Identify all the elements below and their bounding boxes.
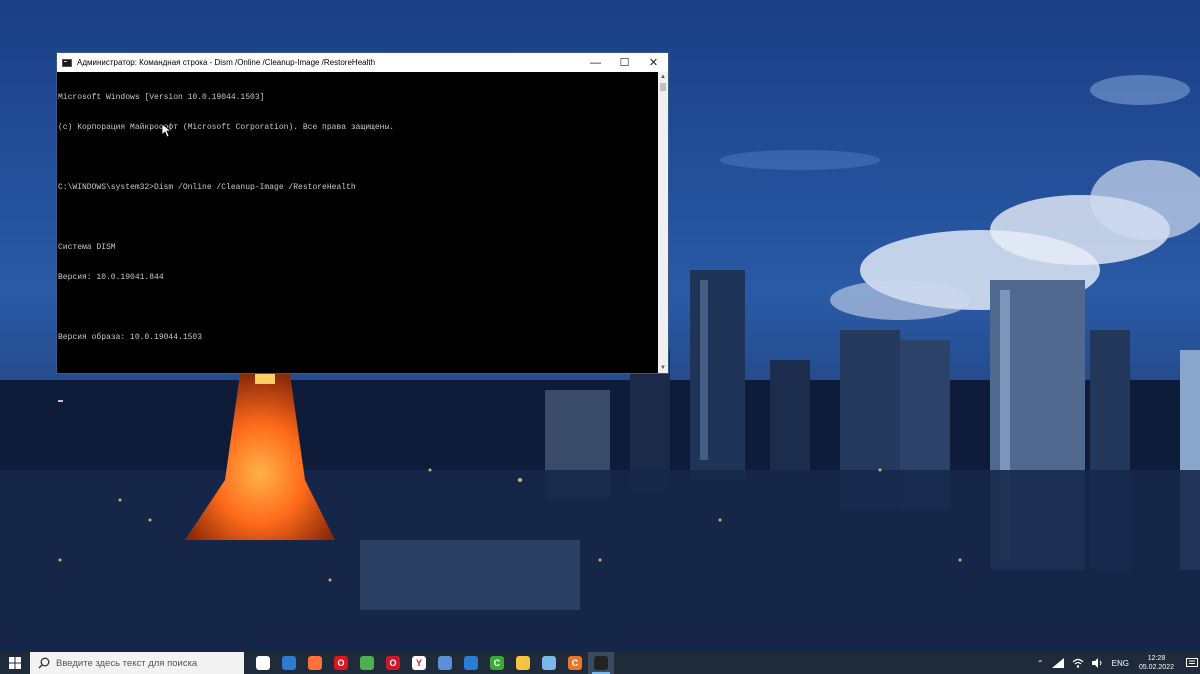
language-indicator[interactable]: ENG: [1112, 659, 1129, 668]
scroll-down-icon[interactable]: ▼: [658, 363, 668, 373]
search-icon: [38, 657, 50, 669]
pen-tool-icon: [542, 656, 556, 670]
minimize-button[interactable]: —: [581, 53, 610, 72]
console-output[interactable]: Microsoft Windows [Version 10.0.19044.15…: [57, 72, 658, 402]
calculator-icon: [438, 656, 452, 670]
chrome-icon: [360, 656, 374, 670]
console-line: Версия: 10.0.19041.844: [58, 273, 164, 282]
notifications-icon[interactable]: [1184, 652, 1200, 674]
taskbar-app-opera[interactable]: O: [328, 652, 354, 674]
taskbar-app-folder[interactable]: [510, 652, 536, 674]
clock[interactable]: 12:28 05.02.2022: [1139, 654, 1174, 672]
chevron-up-icon[interactable]: ⌃: [1037, 659, 1044, 668]
command-prompt-window[interactable]: Администратор: Командная строка - Dism /…: [56, 52, 669, 402]
window-controls: — ☐ ✕: [581, 53, 668, 72]
taskbar-app-opera-gx[interactable]: O: [380, 652, 406, 674]
clock-date: 05.02.2022: [1138, 664, 1174, 671]
firefox-icon: [308, 656, 322, 670]
mail-icon: [282, 656, 296, 670]
taskbar-app-terminal[interactable]: [588, 652, 614, 674]
taskbar-app-chrome[interactable]: [354, 652, 380, 674]
console-cursor-line: [58, 393, 658, 403]
mouse-pointer-icon: [162, 124, 172, 138]
scroll-up-icon[interactable]: ▲: [658, 72, 668, 82]
taskbar-app-ccleaner[interactable]: C: [562, 652, 588, 674]
console-line: Microsoft Windows [Version 10.0.19044.15…: [58, 93, 265, 102]
text-cursor: [58, 400, 63, 402]
taskbar-app-camtasia[interactable]: C: [484, 652, 510, 674]
console-line: (c) Корпорация Майкрософт (Microsoft Cor…: [58, 123, 395, 132]
yandex-browser-icon: Y: [412, 656, 426, 670]
console-line: Версия образа: 10.0.19044.1503: [58, 333, 203, 342]
taskbar-app-firefox[interactable]: [302, 652, 328, 674]
maximize-button[interactable]: ☐: [610, 53, 639, 72]
vertical-scrollbar[interactable]: ▲ ▼: [658, 72, 668, 373]
opera-icon: O: [334, 656, 348, 670]
folder-icon: [516, 656, 530, 670]
scrollbar-thumb[interactable]: [660, 83, 666, 91]
windows-logo-icon: [9, 657, 21, 669]
ccleaner-icon: C: [568, 656, 582, 670]
taskbar-app-pen-tool[interactable]: [536, 652, 562, 674]
close-button[interactable]: ✕: [639, 53, 668, 72]
console-line: Система DISM: [58, 243, 116, 252]
console-line: C:\WINDOWS\system32>Dism /Online /Cleanu…: [58, 183, 356, 192]
network-icon[interactable]: [1051, 658, 1064, 668]
taskbar-app-mail[interactable]: [276, 652, 302, 674]
system-tray: ⌃ ENG 12:28 05.02.2022: [1033, 652, 1200, 674]
taskbar-app-calculator[interactable]: [432, 652, 458, 674]
taskbar-pinned-apps: OOYCC: [250, 652, 614, 674]
window-title: Администратор: Командная строка - Dism /…: [77, 58, 376, 67]
search-placeholder: Введите здесь текст для поиска: [56, 657, 198, 669]
clock-time: 12:28: [1147, 655, 1166, 662]
volume-icon[interactable]: [1091, 658, 1104, 668]
terminal-icon: [594, 656, 608, 670]
camtasia-icon: C: [490, 656, 504, 670]
opera-gx-icon: O: [386, 656, 400, 670]
document-icon: [464, 656, 478, 670]
taskbar-search-box[interactable]: Введите здесь текст для поиска: [30, 652, 244, 674]
start-button[interactable]: [0, 652, 30, 674]
taskbar-app-document[interactable]: [458, 652, 484, 674]
taskbar-app-yandex-browser[interactable]: Y: [406, 652, 432, 674]
window-titlebar[interactable]: Администратор: Командная строка - Dism /…: [57, 53, 668, 72]
cmd-app-icon: [62, 58, 72, 67]
taskbar: Введите здесь текст для поиска OOYCC ⌃ E…: [0, 652, 1200, 674]
file-icon: [256, 656, 270, 670]
taskbar-app-file[interactable]: [250, 652, 276, 674]
wifi-icon[interactable]: [1072, 658, 1084, 668]
